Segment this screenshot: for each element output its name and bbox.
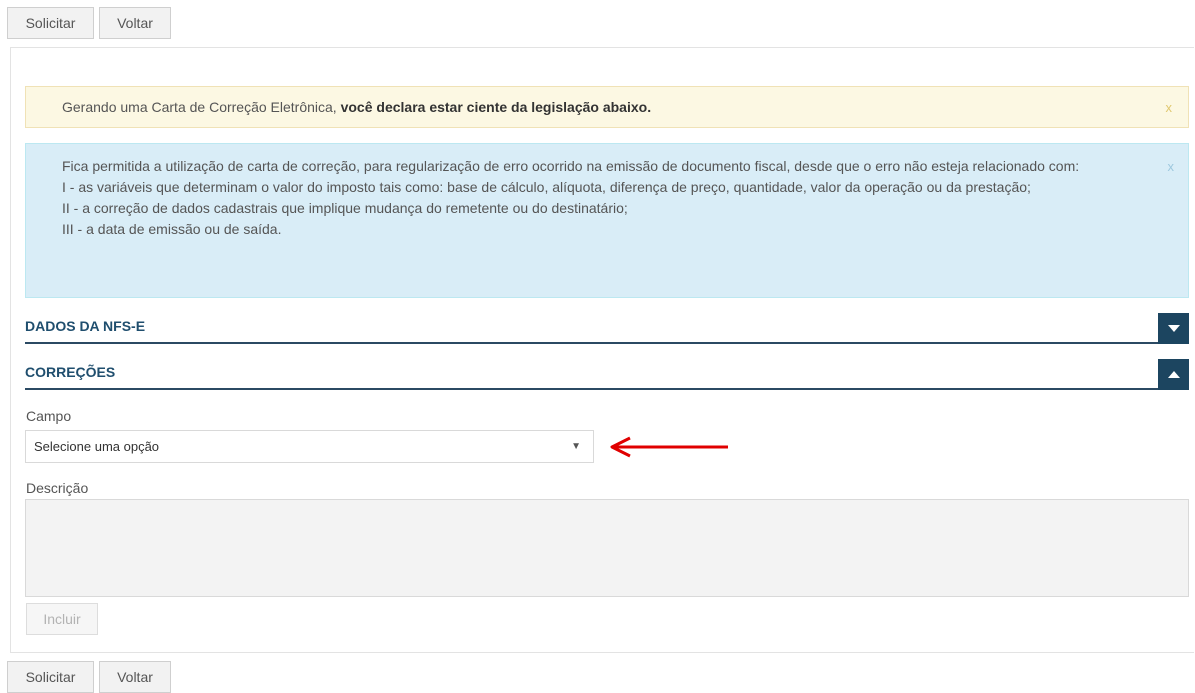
warning-text-bold: você declara estar ciente da legislação … — [340, 99, 652, 115]
info-alert: Fica permitida a utilização de carta de … — [25, 143, 1189, 298]
correcoes-toggle-button[interactable] — [1158, 359, 1189, 390]
section-dados-title: DADOS DA NFS-E — [25, 318, 146, 334]
info-line-4: III - a data de emissão ou de saída. — [62, 221, 282, 237]
section-dados-nfse[interactable]: DADOS DA NFS-E — [25, 308, 1189, 344]
info-line-1: Fica permitida a utilização de carta de … — [62, 158, 1080, 174]
warning-close-icon[interactable]: x — [1166, 101, 1173, 114]
dados-toggle-button[interactable] — [1158, 313, 1189, 344]
info-line-2: I - as variáveis que determinam o valor … — [62, 179, 1031, 195]
warning-text-prefix: Gerando uma Carta de Correção Eletrônica… — [62, 99, 341, 115]
chevron-down-icon — [1167, 324, 1180, 332]
caret-down-icon: ▼ — [571, 441, 581, 452]
red-arrow-left-icon — [610, 436, 728, 458]
info-close-icon[interactable]: x — [1168, 160, 1175, 173]
section-correcoes[interactable]: CORREÇÕES — [25, 354, 1189, 390]
chevron-up-icon — [1167, 370, 1180, 378]
warning-text: Gerando uma Carta de Correção Eletrônica… — [62, 99, 651, 115]
incluir-button[interactable]: Incluir — [26, 603, 98, 635]
info-line-3: II - a correção de dados cadastrais que … — [62, 200, 628, 216]
solicitar-button-bottom[interactable]: Solicitar — [7, 661, 94, 693]
section-correcoes-title: CORREÇÕES — [25, 364, 116, 380]
warning-alert: Gerando uma Carta de Correção Eletrônica… — [25, 86, 1189, 128]
solicitar-button-top[interactable]: Solicitar — [7, 7, 94, 39]
campo-select-value: Selecione uma opção — [34, 439, 160, 454]
campo-label: Campo — [26, 408, 72, 424]
voltar-button-bottom[interactable]: Voltar — [99, 661, 171, 693]
descricao-label: Descrição — [26, 480, 89, 496]
descricao-textarea[interactable] — [25, 499, 1189, 597]
campo-select[interactable]: Selecione uma opção ▼ — [25, 430, 594, 463]
voltar-button-top[interactable]: Voltar — [99, 7, 171, 39]
